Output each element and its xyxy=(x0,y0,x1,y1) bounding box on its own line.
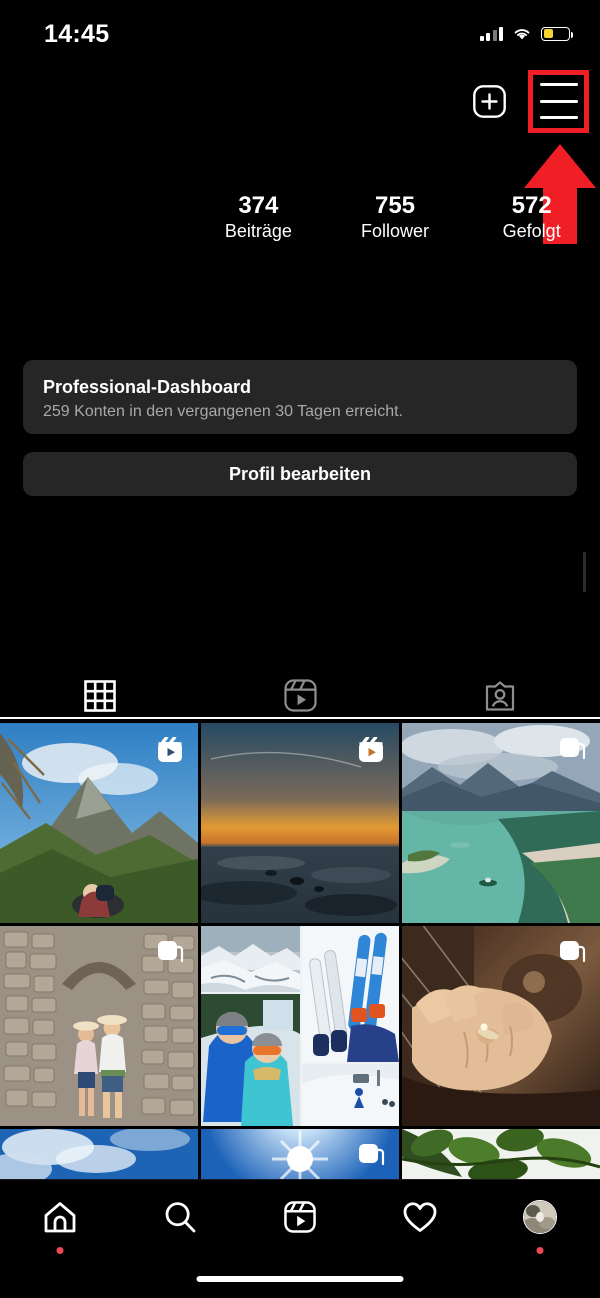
menu-highlight-box xyxy=(528,70,589,133)
profile-stats: 374 Beiträge 755 Follower 572 Gefolgt xyxy=(190,192,600,244)
post-ski-collage[interactable] xyxy=(201,926,399,1126)
tagged-icon xyxy=(485,680,515,711)
stat-following[interactable]: 572 Gefolgt xyxy=(463,192,600,244)
tab-reels[interactable] xyxy=(200,672,400,719)
professional-dashboard-card[interactable]: Professional-Dashboard 259 Konten in den… xyxy=(23,360,577,434)
post-thumbnail xyxy=(402,1129,600,1180)
heart-icon xyxy=(403,1201,437,1232)
carousel-badge xyxy=(560,738,586,760)
plus-square-icon[interactable] xyxy=(473,85,506,118)
active-tab-underline xyxy=(0,717,600,719)
dashboard-subtitle: 259 Konten in den vergangenen 30 Tagen e… xyxy=(43,403,403,420)
post-green-leaves[interactable] xyxy=(402,1129,600,1180)
stat-posts-value: 374 xyxy=(238,192,279,219)
stat-followers-value: 755 xyxy=(374,192,416,219)
tab-tagged[interactable] xyxy=(400,672,600,719)
status-bar-indicators xyxy=(479,26,573,41)
reels-badge xyxy=(359,737,383,762)
carousel-badge xyxy=(158,941,184,963)
avatar-image xyxy=(524,1201,556,1233)
nav-reels[interactable] xyxy=(240,1188,360,1246)
stat-followers[interactable]: 755 Follower xyxy=(327,192,464,244)
post-thumbnail xyxy=(201,926,399,1126)
post-thumbnail xyxy=(0,1129,198,1180)
post-turquoise-lake[interactable] xyxy=(402,723,600,923)
reels-badge xyxy=(158,737,182,762)
search-icon xyxy=(165,1202,196,1233)
home-badge-dot xyxy=(56,1247,64,1254)
status-bar: 14:45 xyxy=(0,0,600,60)
carousel-badge xyxy=(359,1144,385,1166)
reels-icon xyxy=(284,1201,316,1233)
post-grid xyxy=(0,723,600,1180)
profile-tab-bar xyxy=(0,672,600,719)
nav-search[interactable] xyxy=(120,1188,240,1246)
reels-icon xyxy=(283,679,317,712)
instagram-profile-screen: 14:45 374 Beiträge 755 Follower 572 Gefo… xyxy=(0,0,600,1298)
stat-followers-label: Follower xyxy=(360,221,430,241)
home-indicator-bar[interactable] xyxy=(196,1276,404,1282)
battery-low-power-icon xyxy=(541,26,573,41)
stat-posts-label: Beiträge xyxy=(224,221,292,241)
nav-profile[interactable] xyxy=(480,1188,600,1254)
stat-posts[interactable]: 374 Beiträge xyxy=(190,192,327,244)
post-blue-sky-clouds[interactable] xyxy=(0,1129,198,1180)
nav-home[interactable] xyxy=(0,1188,120,1254)
stat-following-value: 572 xyxy=(511,192,552,219)
carousel-badge xyxy=(560,941,586,963)
post-stone-arch-couple[interactable] xyxy=(0,926,198,1126)
post-sunset-beach[interactable] xyxy=(201,723,399,923)
stat-following-label: Gefolgt xyxy=(502,221,561,241)
wifi-icon xyxy=(514,29,530,40)
edit-profile-button[interactable]: Profil bearbeiten xyxy=(23,452,577,496)
post-sun-flare[interactable] xyxy=(201,1129,399,1180)
nav-activity[interactable] xyxy=(360,1188,480,1246)
profile-avatar-icon xyxy=(523,1200,557,1234)
bottom-nav-bar xyxy=(0,1179,600,1298)
dashboard-title: Professional-Dashboard xyxy=(43,377,252,397)
tab-grid[interactable] xyxy=(0,672,200,719)
profile-badge-dot xyxy=(536,1247,544,1254)
home-icon xyxy=(44,1202,76,1233)
scroll-indicator[interactable] xyxy=(583,552,586,592)
post-hand-ring[interactable] xyxy=(402,926,600,1126)
grid-icon xyxy=(84,679,116,712)
post-mountain-hiker[interactable] xyxy=(0,723,198,923)
cellular-signal-icon xyxy=(479,26,503,41)
status-bar-time: 14:45 xyxy=(44,20,110,48)
